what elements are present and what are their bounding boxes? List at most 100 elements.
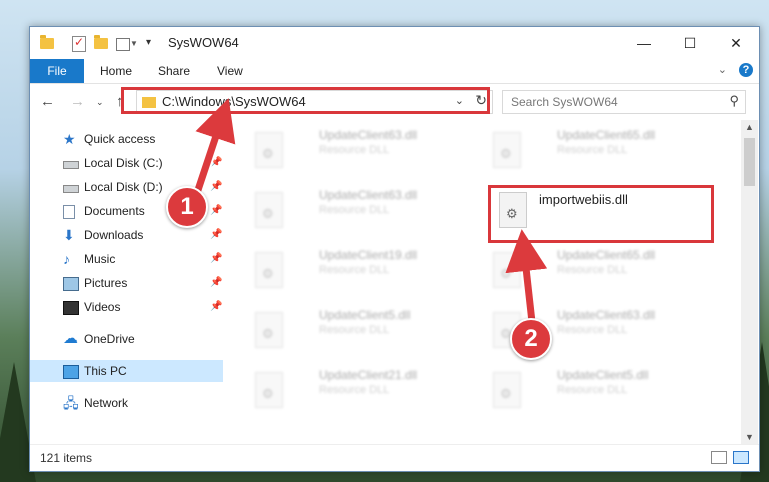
music-icon: ♪	[63, 251, 70, 267]
status-bar: 121 items	[30, 444, 759, 471]
pin-icon[interactable]: 📌	[210, 200, 222, 222]
file-item[interactable]: UpdateClient65.dll Resource DLL	[485, 248, 715, 294]
recent-locations-icon[interactable]: ⌄	[96, 97, 104, 108]
file-item[interactable]: UpdateClient19.dll Resource DLL	[247, 248, 477, 294]
navigation-bar: ← → ⌄ ↑ C:\Windows\SysWOW64 ⌄ ↻ Search S…	[30, 84, 759, 120]
back-arrow-icon[interactable]: ←	[40, 93, 55, 110]
views-icon[interactable]	[116, 38, 130, 51]
sidebar-item-videos[interactable]: Videos 📌	[30, 296, 223, 318]
sidebar-item-label: Network	[84, 396, 129, 410]
new-folder-icon[interactable]	[94, 35, 108, 49]
sidebar-item-label: Videos	[84, 300, 121, 314]
file-name: UpdateClient63.dll	[319, 188, 418, 202]
file-name: UpdateClient65.dll	[557, 248, 656, 262]
file-type: Resource DLL	[557, 264, 628, 276]
sidebar-item-label: This PC	[84, 364, 127, 378]
file-item[interactable]: UpdateClient65.dll Resource DLL	[485, 128, 715, 174]
sidebar-item-this-pc[interactable]: This PC	[30, 360, 223, 382]
pin-icon[interactable]: 📌	[210, 152, 222, 174]
expand-ribbon-icon[interactable]: ⌄	[718, 63, 727, 76]
file-type: Resource DLL	[319, 384, 390, 396]
forward-arrow-icon[interactable]: →	[70, 93, 85, 110]
file-type: Resource DLL	[557, 384, 628, 396]
sidebar-item-music[interactable]: ♪ Music 📌	[30, 248, 223, 270]
dll-file-icon	[493, 252, 521, 288]
title-bar: ▼ ▾ SysWOW64 — ☐ ✕	[30, 27, 759, 59]
vertical-scrollbar[interactable]: ▲ ▼	[741, 120, 758, 444]
sidebar-item-network[interactable]: 🖧 Network	[30, 392, 223, 414]
file-item[interactable]: UpdateClient5.dll Resource DLL	[485, 368, 715, 414]
details-view-icon[interactable]	[711, 451, 727, 464]
ribbon: File Home Share View ⌄ ?	[30, 59, 759, 84]
sidebar-item-onedrive[interactable]: ☁ OneDrive	[30, 328, 223, 350]
file-name: UpdateClient19.dll	[319, 248, 418, 262]
scroll-down-icon[interactable]: ▼	[745, 432, 754, 442]
pin-icon[interactable]: 📌	[210, 296, 222, 318]
pin-icon[interactable]: 📌	[210, 272, 222, 294]
chevron-down-icon[interactable]: ▼	[130, 39, 138, 48]
dll-file-icon	[493, 132, 521, 168]
dll-file-icon	[493, 372, 521, 408]
file-item[interactable]: UpdateClient63.dll Resource DLL	[247, 128, 477, 174]
dll-file-icon	[255, 132, 283, 168]
navigation-pane: ★ Quick access Local Disk (C:) 📌 Local D…	[30, 120, 225, 444]
cloud-icon: ☁	[63, 330, 78, 347]
file-type: Resource DLL	[557, 144, 628, 156]
file-item[interactable]: UpdateClient21.dll Resource DLL	[247, 368, 477, 414]
file-name: UpdateClient5.dll	[319, 308, 411, 322]
file-type: Resource DLL	[557, 324, 628, 336]
file-item[interactable]: UpdateClient5.dll Resource DLL	[247, 308, 477, 354]
close-button[interactable]: ✕	[713, 27, 759, 59]
file-name: UpdateClient65.dll	[557, 128, 656, 142]
file-name: UpdateClient63.dll	[557, 308, 656, 322]
computer-icon	[63, 365, 79, 379]
file-type: Resource DLL	[319, 144, 390, 156]
dll-file-icon	[255, 192, 283, 228]
maximize-button[interactable]: ☐	[667, 27, 713, 59]
tab-share[interactable]: Share	[158, 59, 190, 83]
help-icon[interactable]: ?	[739, 63, 753, 77]
step-badge-2: 2	[510, 318, 552, 360]
item-count: 121 items	[40, 451, 93, 465]
sidebar-item-label: Local Disk (D:)	[84, 180, 163, 194]
tab-file[interactable]: File	[30, 59, 84, 83]
file-type: Resource DLL	[319, 264, 390, 276]
file-type: Resource DLL	[319, 204, 390, 216]
sidebar-item-label: Downloads	[84, 228, 144, 242]
address-highlight-box	[121, 87, 490, 114]
sidebar-item-quick-access[interactable]: ★ Quick access	[30, 128, 223, 150]
sidebar-item-pictures[interactable]: Pictures 📌	[30, 272, 223, 294]
file-list: UpdateClient63.dll Resource DLL UpdateCl…	[227, 120, 741, 444]
search-icon[interactable]: ⚲	[729, 93, 739, 109]
minimize-button[interactable]: —	[621, 27, 667, 59]
download-icon: ⬇	[63, 227, 75, 243]
tab-home[interactable]: Home	[100, 59, 132, 83]
sidebar-item-downloads[interactable]: ⬇ Downloads 📌	[30, 224, 223, 246]
properties-icon[interactable]	[72, 35, 86, 52]
file-highlight-box	[488, 185, 714, 243]
large-icons-view-icon[interactable]	[733, 451, 749, 464]
file-name: UpdateClient21.dll	[319, 368, 418, 382]
search-input[interactable]: Search SysWOW64 ⚲	[502, 90, 746, 114]
file-item[interactable]: UpdateClient63.dll Resource DLL	[247, 188, 477, 234]
dll-file-icon	[255, 372, 283, 408]
customize-toolbar-icon[interactable]: ▾	[146, 37, 151, 48]
step-badge-1: 1	[166, 186, 208, 228]
sidebar-item-label: Music	[84, 252, 116, 266]
scroll-thumb[interactable]	[744, 138, 755, 186]
pictures-icon	[63, 277, 79, 291]
explorer-window: ▼ ▾ SysWOW64 — ☐ ✕ File Home Share View …	[29, 26, 760, 472]
dll-file-icon	[255, 312, 283, 348]
search-placeholder: Search SysWOW64	[511, 95, 618, 109]
tab-view[interactable]: View	[217, 59, 243, 83]
scroll-up-icon[interactable]: ▲	[745, 122, 754, 132]
pin-icon[interactable]: 📌	[210, 176, 222, 198]
window-title: SysWOW64	[168, 35, 239, 50]
disk-icon	[63, 161, 79, 169]
sidebar-item-local-disk-c[interactable]: Local Disk (C:) 📌	[30, 152, 223, 174]
sidebar-item-label: Quick access	[84, 132, 156, 146]
disk-icon	[63, 185, 79, 193]
pin-icon[interactable]: 📌	[210, 248, 222, 270]
pin-icon[interactable]: 📌	[210, 224, 222, 246]
sidebar-item-label: Pictures	[84, 276, 128, 290]
